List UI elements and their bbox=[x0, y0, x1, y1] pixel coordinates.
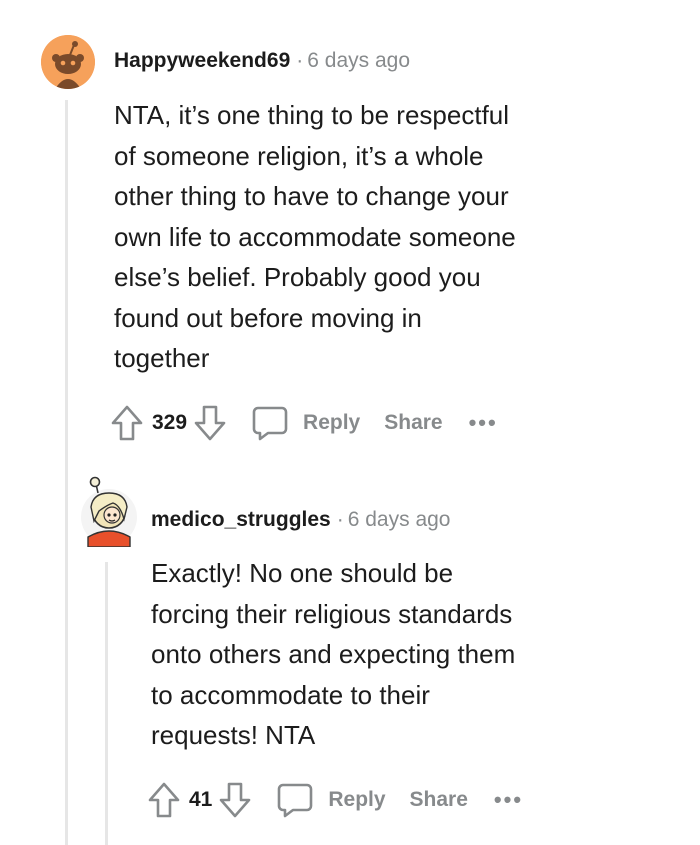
comment-body: NTA, it’s one thing to be respectful of … bbox=[114, 95, 516, 379]
more-options-button[interactable]: ••• bbox=[469, 410, 498, 436]
speech-bubble-icon[interactable] bbox=[251, 404, 289, 442]
speech-bubble-icon[interactable] bbox=[276, 781, 314, 819]
comment-body-line: to accommodate to their bbox=[151, 679, 430, 710]
comment-body-line: found out before moving in bbox=[114, 302, 422, 333]
reply-button[interactable]: Reply bbox=[303, 411, 360, 435]
vote-score: 329 bbox=[152, 411, 188, 434]
comment-actions: 329 Reply Share ••• bbox=[110, 401, 498, 445]
share-button[interactable]: Share bbox=[410, 788, 468, 812]
comment-body-line: of someone religion, it’s a whole bbox=[114, 140, 484, 171]
comment-body-line: else’s belief. Probably good you bbox=[114, 262, 481, 292]
upvote-arrow-icon[interactable] bbox=[110, 404, 144, 442]
comment-meta: medico_struggles · 6 days ago bbox=[151, 507, 450, 533]
comment-body-line: onto others and expecting them bbox=[151, 639, 516, 669]
downvote-arrow-icon[interactable] bbox=[193, 404, 227, 442]
meta-separator: · bbox=[296, 49, 304, 72]
comment-body-line: own life to accommodate someone bbox=[114, 221, 516, 252]
comment-body-line: Exactly! No one should be bbox=[151, 558, 454, 588]
comment-body-line: together bbox=[114, 343, 210, 373]
more-options-button[interactable]: ••• bbox=[494, 787, 523, 813]
comment-author[interactable]: Happyweekend69 bbox=[114, 49, 290, 72]
comment-actions: 41 Reply Share ••• bbox=[147, 778, 523, 822]
snoo-avatar-icon bbox=[41, 35, 95, 89]
reply-button[interactable]: Reply bbox=[328, 788, 385, 812]
user-avatar[interactable] bbox=[41, 35, 95, 89]
comment-body-line: forcing their religious standards bbox=[151, 598, 513, 629]
thread-line-primary[interactable] bbox=[65, 100, 68, 845]
thread-line-reply[interactable] bbox=[105, 562, 108, 845]
comment-body-line: NTA, it’s one thing to be respectful bbox=[114, 100, 510, 130]
comment-body-line: other thing to have to change your bbox=[114, 181, 509, 211]
user-avatar[interactable] bbox=[80, 475, 138, 547]
share-button[interactable]: Share bbox=[384, 411, 442, 435]
comment-body: Exactly! No one should be forcing their … bbox=[151, 553, 515, 756]
downvote-arrow-icon[interactable] bbox=[218, 781, 252, 819]
comment-meta: Happyweekend69 · 6 days ago bbox=[114, 48, 410, 74]
vote-score: 41 bbox=[189, 788, 213, 811]
comment-timestamp[interactable]: 6 days ago bbox=[307, 49, 410, 72]
comment-body-line: requests! NTA bbox=[151, 720, 316, 750]
comment-timestamp[interactable]: 6 days ago bbox=[348, 508, 451, 531]
upvote-arrow-icon[interactable] bbox=[147, 781, 181, 819]
meta-separator: · bbox=[336, 508, 344, 531]
comment-author[interactable]: medico_struggles bbox=[151, 508, 331, 531]
cartoon-avatar-icon bbox=[81, 476, 137, 547]
